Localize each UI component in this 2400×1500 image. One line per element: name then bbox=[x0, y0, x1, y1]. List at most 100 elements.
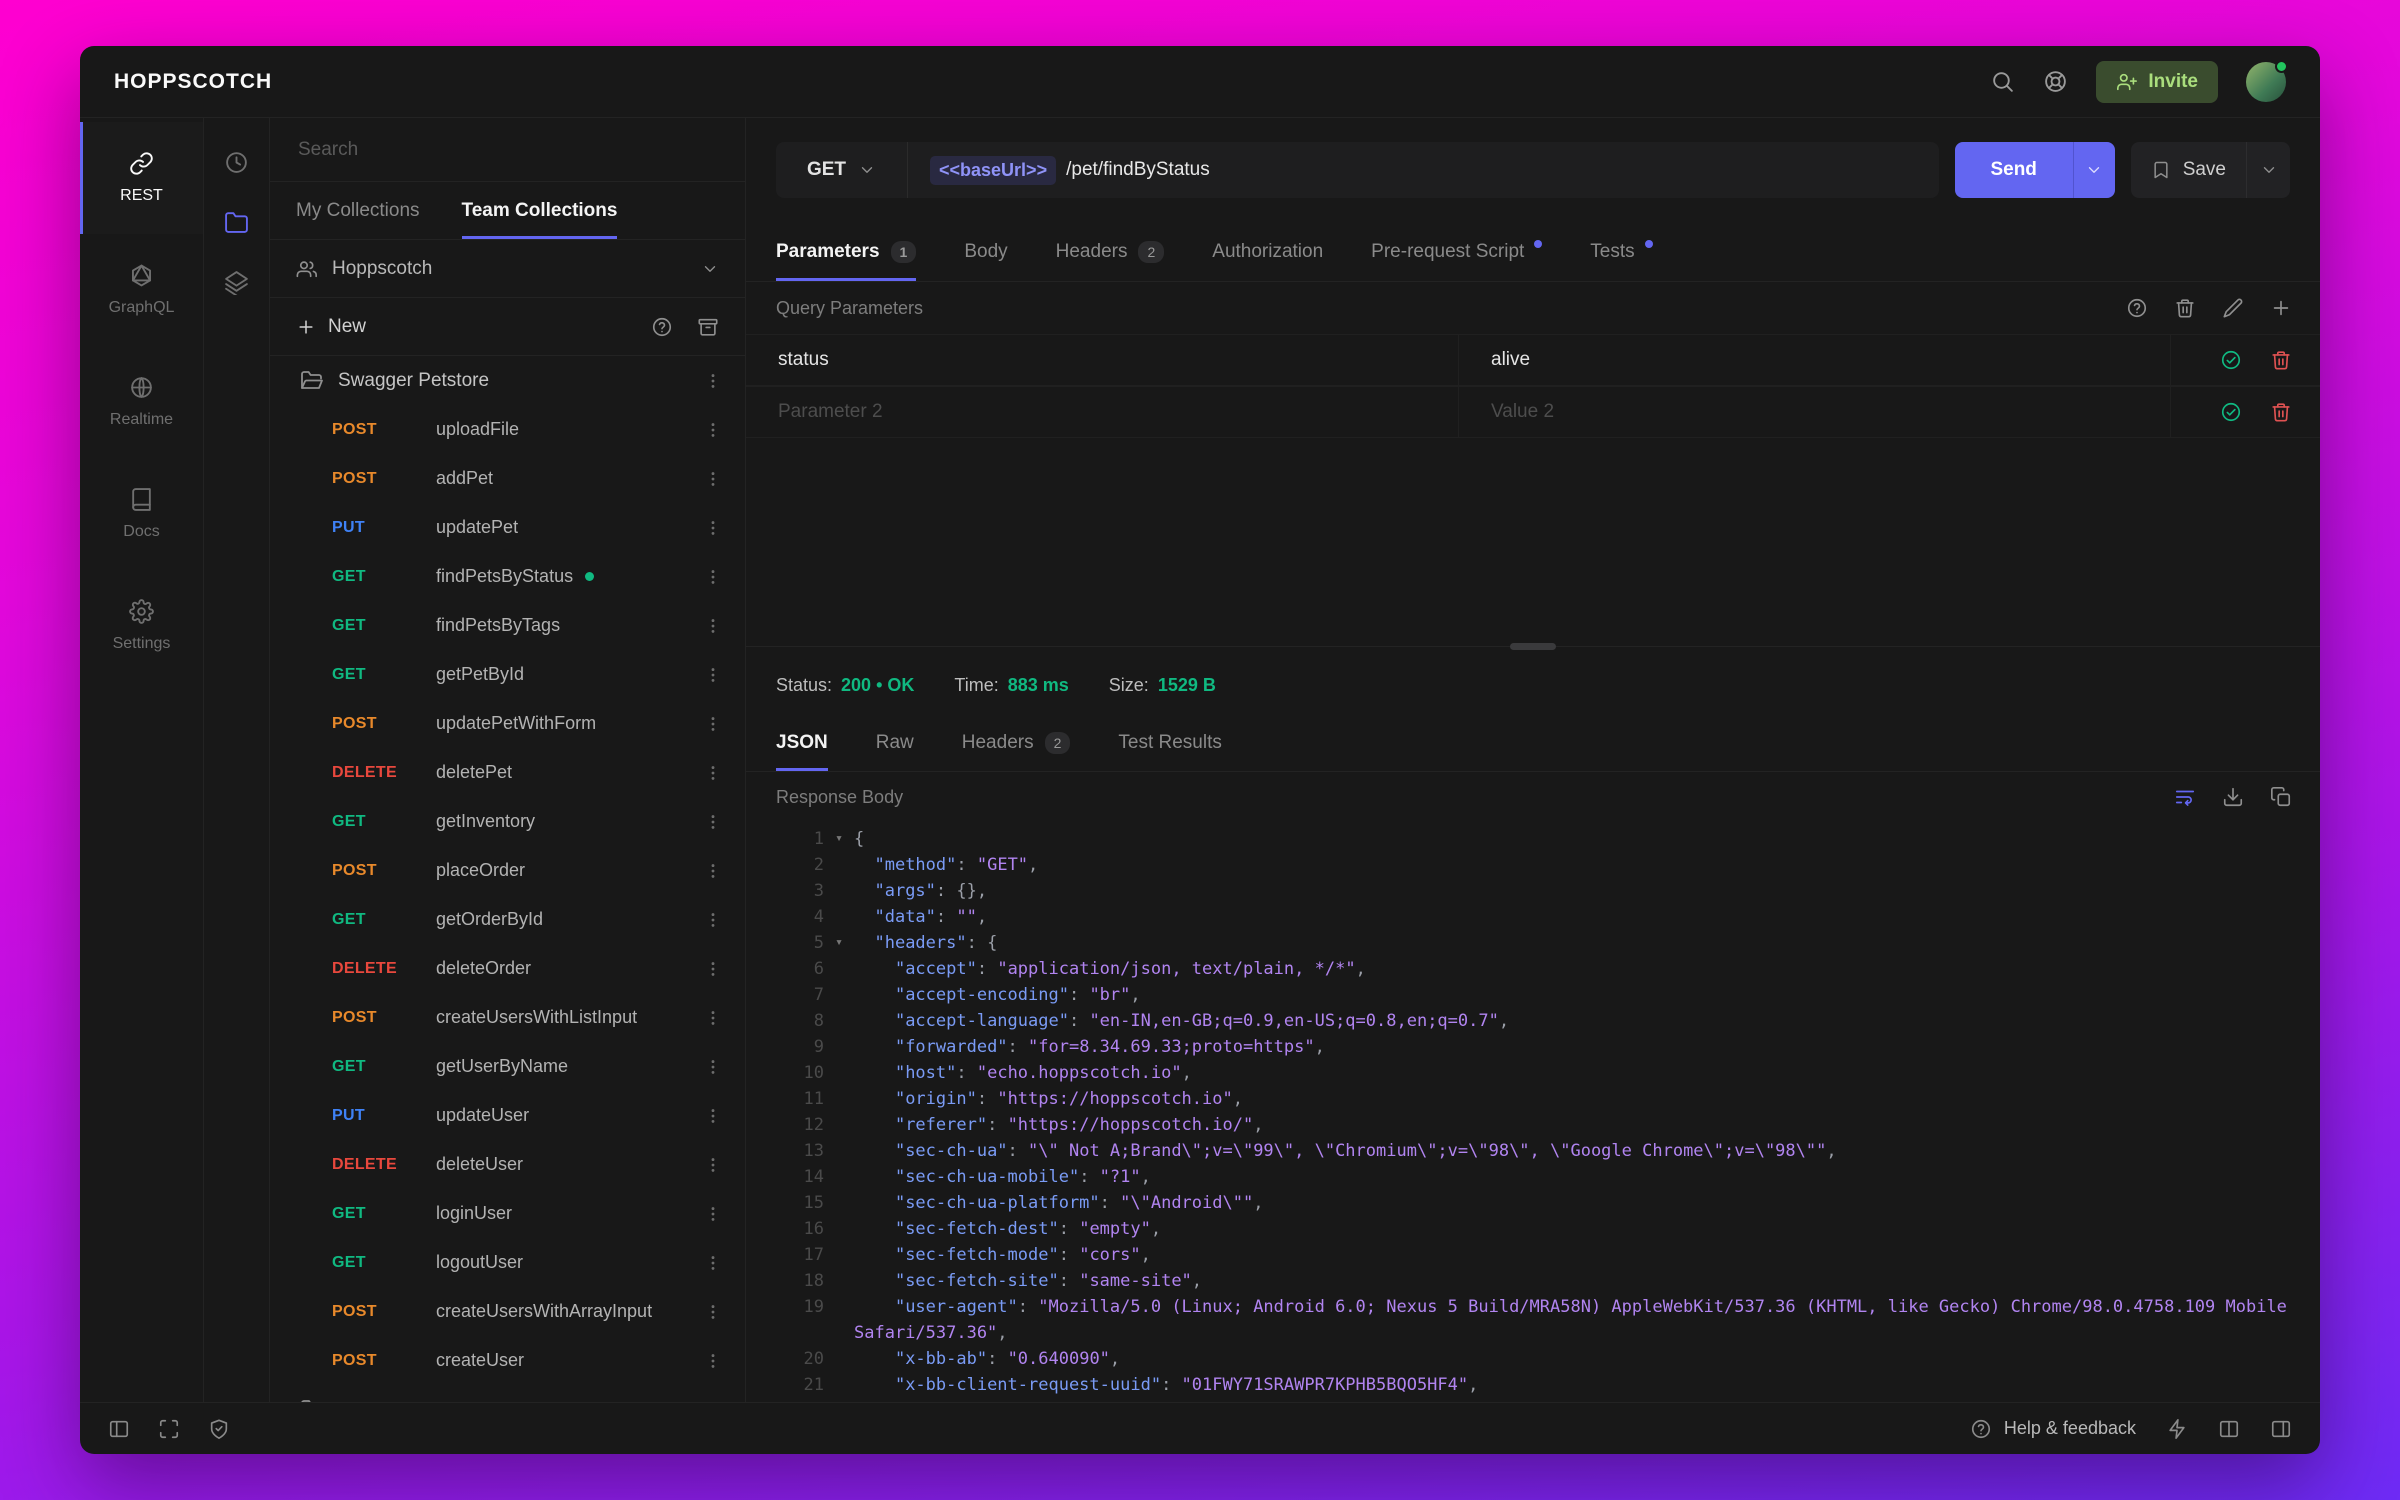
collection-request-placeOrder[interactable]: POST placeOrder bbox=[270, 846, 745, 895]
request-options-button[interactable] bbox=[703, 1155, 723, 1175]
param-key-input[interactable] bbox=[776, 400, 1428, 424]
search-button[interactable] bbox=[1990, 69, 2015, 94]
nav-item-docs[interactable]: Docs bbox=[80, 458, 203, 570]
request-options-button[interactable] bbox=[703, 518, 723, 538]
nav-item-graphql[interactable]: GraphQL bbox=[80, 234, 203, 346]
request-tab-parameters[interactable]: Parameters 1 bbox=[776, 222, 917, 281]
request-options-button[interactable] bbox=[703, 665, 723, 685]
request-options-button[interactable] bbox=[703, 567, 723, 587]
pane-divider[interactable] bbox=[746, 643, 2320, 656]
new-collection-button[interactable]: New bbox=[296, 316, 366, 338]
param-value-input[interactable] bbox=[1489, 348, 2140, 372]
help-feedback-button[interactable]: Help & feedback bbox=[1970, 1418, 2136, 1440]
url-input[interactable]: <<baseUrl>> /pet/findByStatus bbox=[908, 142, 1939, 198]
bulk-edit-button[interactable] bbox=[2222, 297, 2244, 319]
request-options-button[interactable] bbox=[703, 910, 723, 930]
import-export-button[interactable] bbox=[697, 316, 719, 338]
request-options-button[interactable] bbox=[703, 861, 723, 881]
toggle-param-button[interactable] bbox=[2220, 401, 2242, 423]
send-options-button[interactable] bbox=[2072, 142, 2115, 198]
request-tab-body[interactable]: Body bbox=[964, 222, 1007, 281]
column-layout-button[interactable] bbox=[2218, 1418, 2240, 1440]
collection-request-createUsersWithArrayInput[interactable]: POST createUsersWithArrayInput bbox=[270, 1287, 745, 1336]
invite-button[interactable]: Invite bbox=[2096, 60, 2218, 103]
collection-request-createUser[interactable]: POST createUser bbox=[270, 1336, 745, 1385]
collection-folder[interactable]: Swagger Petstore bbox=[270, 356, 745, 405]
delete-param-button[interactable] bbox=[2270, 349, 2292, 371]
request-tab-headers[interactable]: Headers 2 bbox=[1056, 222, 1165, 281]
collections-tab-my-collections[interactable]: My Collections bbox=[296, 182, 420, 239]
clear-all-params-button[interactable] bbox=[2174, 297, 2196, 319]
subnav-item-history[interactable] bbox=[213, 136, 261, 188]
request-options-button[interactable] bbox=[703, 1302, 723, 1322]
response-tab-json[interactable]: JSON bbox=[776, 714, 828, 771]
request-options-button[interactable] bbox=[703, 1253, 723, 1273]
request-options-button[interactable] bbox=[703, 812, 723, 832]
request-options-button[interactable] bbox=[703, 1204, 723, 1224]
request-options-button[interactable] bbox=[703, 714, 723, 734]
request-options-button[interactable] bbox=[703, 1008, 723, 1028]
response-tab-raw[interactable]: Raw bbox=[876, 714, 914, 771]
request-tab-authorization[interactable]: Authorization bbox=[1212, 222, 1323, 281]
collection-request-getInventory[interactable]: GET getInventory bbox=[270, 797, 745, 846]
save-button[interactable]: Save bbox=[2131, 142, 2246, 198]
collection-request-uploadFile[interactable]: POST uploadFile bbox=[270, 405, 745, 454]
request-options-button[interactable] bbox=[703, 1057, 723, 1077]
request-options-button[interactable] bbox=[703, 959, 723, 979]
add-param-button[interactable] bbox=[2270, 297, 2292, 319]
request-options-button[interactable] bbox=[703, 469, 723, 489]
collection-folder-partial[interactable] bbox=[270, 1385, 745, 1402]
folder-options-button[interactable] bbox=[703, 371, 723, 391]
collection-request-updatePet[interactable]: PUT updatePet bbox=[270, 503, 745, 552]
save-options-button[interactable] bbox=[2246, 142, 2290, 198]
collections-help-button[interactable] bbox=[651, 316, 673, 338]
request-options-button[interactable] bbox=[703, 1106, 723, 1126]
app-logo[interactable]: HOPPSCOTCH bbox=[114, 70, 272, 94]
collection-request-updateUser[interactable]: PUT updateUser bbox=[270, 1091, 745, 1140]
request-options-button[interactable] bbox=[703, 420, 723, 440]
nav-item-settings[interactable]: Settings bbox=[80, 570, 203, 682]
collection-request-updatePetWithForm[interactable]: POST updatePetWithForm bbox=[270, 699, 745, 748]
avatar[interactable] bbox=[2246, 59, 2288, 102]
collections-tab-team-collections[interactable]: Team Collections bbox=[461, 182, 617, 239]
request-options-button[interactable] bbox=[703, 1351, 723, 1371]
fold-toggle-icon[interactable]: ▾ bbox=[824, 930, 854, 956]
subnav-item-environments[interactable] bbox=[213, 256, 261, 308]
collection-request-logoutUser[interactable]: GET logoutUser bbox=[270, 1238, 745, 1287]
send-button[interactable]: Send bbox=[1954, 142, 2073, 198]
nav-item-realtime[interactable]: Realtime bbox=[80, 346, 203, 458]
toggle-right-panel-button[interactable] bbox=[2270, 1418, 2292, 1440]
collection-request-addPet[interactable]: POST addPet bbox=[270, 454, 745, 503]
collection-request-deleteUser[interactable]: DELETE deleteUser bbox=[270, 1140, 745, 1189]
copy-response-button[interactable] bbox=[2270, 786, 2292, 808]
response-tab-headers[interactable]: Headers 2 bbox=[962, 714, 1071, 771]
collection-request-getUserByName[interactable]: GET getUserByName bbox=[270, 1042, 745, 1091]
support-button[interactable] bbox=[2043, 69, 2068, 94]
request-options-button[interactable] bbox=[703, 763, 723, 783]
subnav-item-collections[interactable] bbox=[213, 196, 261, 248]
security-button[interactable] bbox=[208, 1418, 230, 1440]
delete-param-button[interactable] bbox=[2270, 401, 2292, 423]
params-help-button[interactable] bbox=[2126, 297, 2148, 319]
request-tab-tests[interactable]: Tests bbox=[1590, 222, 1653, 281]
response-body-viewer[interactable]: 1 ▾{2 "method": "GET", 3 "args": {}, 4 "dat… bbox=[746, 822, 2320, 1402]
collection-request-findPetsByTags[interactable]: GET findPetsByTags bbox=[270, 601, 745, 650]
toggle-param-button[interactable] bbox=[2220, 349, 2242, 371]
interceptor-button[interactable] bbox=[2166, 1418, 2188, 1440]
collection-request-createUsersWithListInput[interactable]: POST createUsersWithListInput bbox=[270, 993, 745, 1042]
wrap-lines-button[interactable] bbox=[2174, 786, 2196, 808]
nav-item-rest[interactable]: REST bbox=[80, 122, 203, 234]
param-value-input[interactable] bbox=[1489, 400, 2140, 424]
collection-request-deletePet[interactable]: DELETE deletePet bbox=[270, 748, 745, 797]
resize-handle[interactable] bbox=[1510, 643, 1556, 650]
collections-search-input[interactable] bbox=[296, 137, 719, 162]
collection-request-findPetsByStatus[interactable]: GET findPetsByStatus bbox=[270, 552, 745, 601]
param-key-input[interactable] bbox=[776, 348, 1428, 372]
response-tab-test-results[interactable]: Test Results bbox=[1118, 714, 1221, 771]
collection-request-getPetById[interactable]: GET getPetById bbox=[270, 650, 745, 699]
method-select[interactable]: GET bbox=[776, 142, 908, 198]
fold-toggle-icon[interactable]: ▾ bbox=[824, 826, 854, 852]
collection-request-loginUser[interactable]: GET loginUser bbox=[270, 1189, 745, 1238]
request-options-button[interactable] bbox=[703, 616, 723, 636]
shortcuts-button[interactable] bbox=[158, 1418, 180, 1440]
